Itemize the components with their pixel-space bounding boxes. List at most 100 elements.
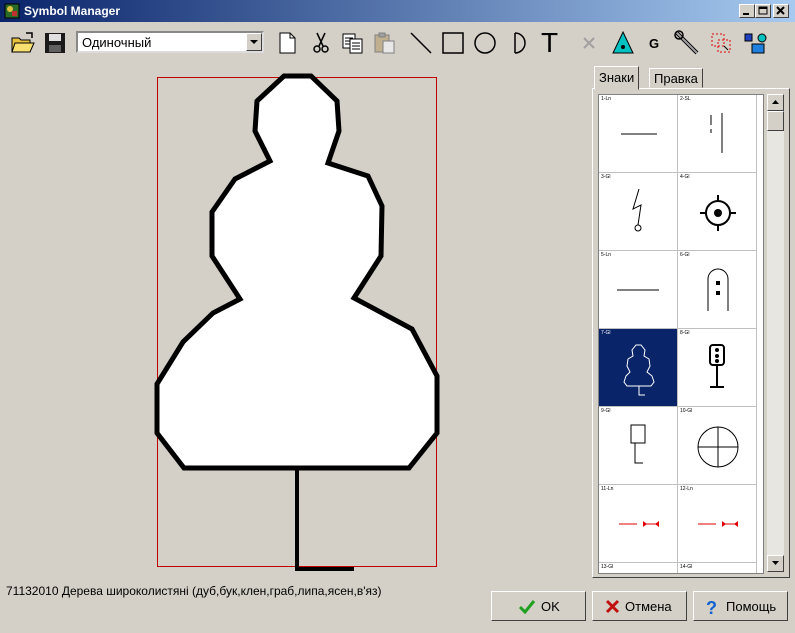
tree-symbol-drawing [154,73,440,571]
symbol-cell[interactable]: 2-SL [678,95,757,173]
symbol-code: 13-Gl [601,564,614,570]
cut-button[interactable] [306,28,336,58]
ellipse-icon [474,32,496,54]
tab-strip: Знаки Правка [592,66,792,90]
cancel-button-label: Отмена [625,599,672,614]
open-folder-icon [11,32,35,53]
symbol-crosshair-circle-preview [697,426,739,468]
copy-button[interactable] [338,28,368,58]
arrow-up-icon [772,100,779,104]
symbol-cell[interactable]: 6-Gl [678,251,757,329]
window-title: Symbol Manager [24,4,121,18]
scroll-down-button[interactable] [767,555,784,572]
symbol-cell[interactable]: 12-Ln [678,485,757,563]
wrench-icon [674,30,699,55]
symbol-tree-preview [623,344,655,396]
symbol-cell[interactable]: 3-Gl [599,173,678,251]
tab-symbols[interactable]: Знаки [594,66,640,90]
transform-tool-button[interactable] [706,28,736,58]
scissors-icon [313,32,329,53]
help-button-label: Помощь [726,599,777,614]
symbol-cell[interactable]: 14-Gl [678,563,757,573]
text-icon: T [541,27,559,58]
symbol-line-preview [617,289,659,291]
symbol-grid-scrollbar[interactable] [767,94,784,572]
ellipse-tool-button[interactable] [470,28,500,58]
rectangle-tool-button[interactable] [438,28,468,58]
app-icon [4,3,20,19]
transform-icon [711,33,731,53]
arc-tool-button[interactable] [504,28,534,58]
symbol-target-preview [700,195,736,231]
chevron-down-icon [250,40,258,44]
floppy-disk-icon [45,33,65,53]
close-icon [776,6,785,15]
minimize-icon [743,13,749,15]
text-tool-button[interactable]: T [536,27,566,58]
tree-crown-outline [154,73,440,471]
mode-select-value: Одиночный [82,35,152,50]
new-button[interactable] [272,28,302,58]
delete-x-icon [583,37,595,49]
question-mark-icon: ? [706,598,717,617]
symbol-cell[interactable]: 4-Gl [678,173,757,251]
triangle-tool-button[interactable] [608,28,638,58]
minimize-button[interactable] [739,4,755,18]
paste-icon [374,32,395,54]
title-bar: Symbol Manager [0,0,795,22]
scroll-thumb[interactable] [767,111,784,131]
symbol-lightning-preview [632,188,642,232]
arrow-down-icon [772,561,779,565]
maximize-icon [758,6,768,15]
svg-text:?: ? [706,598,717,617]
symbol-arch-preview [707,268,729,311]
g-icon: G [649,36,660,51]
properties-tool-button[interactable] [740,28,770,58]
scroll-up-button[interactable] [767,94,784,111]
symbols-panel: 1-Ln 2-SL 3-Gl 4-Gl 5-Ln 6-Gl 7-Gl 8-Gl … [592,88,790,578]
ok-button[interactable]: OK [491,591,586,621]
maximize-button[interactable] [755,4,771,18]
new-document-icon [279,32,296,54]
cancel-button[interactable]: Отмена [592,591,687,621]
ok-button-label: OK [541,599,560,614]
delete-button[interactable] [574,28,604,58]
symbol-cell-selected[interactable]: 7-Gl [599,329,678,407]
symbol-red-arrow-line-preview [619,521,659,527]
symbol-line-preview [621,133,657,135]
symbol-flag-preview [630,424,646,464]
copy-icon [342,33,363,54]
symbol-cell[interactable]: 10-Gl [678,407,757,485]
line-icon [410,32,432,54]
wrench-tool-button[interactable] [672,28,702,58]
mode-select[interactable]: Одиночный [76,31,264,53]
arc-icon [514,32,526,54]
g-tool-button[interactable]: G [640,28,670,58]
symbol-traffic-light-preview [709,344,725,388]
cross-icon [605,599,620,614]
close-button[interactable] [773,4,789,18]
rectangle-icon [442,32,464,54]
tab-edit[interactable]: Правка [649,68,703,88]
symbol-cell[interactable]: 13-Gl [599,563,678,573]
checkmark-icon [518,600,536,615]
symbol-cell[interactable]: 9-Gl [599,407,678,485]
help-button[interactable]: ? Помощь [693,591,788,621]
triangle-icon [612,30,634,54]
line-tool-button[interactable] [406,28,436,58]
tree-trunk [295,468,354,571]
symbol-grid: 1-Ln 2-SL 3-Gl 4-Gl 5-Ln 6-Gl 7-Gl 8-Gl … [598,94,764,574]
properties-icon [744,33,767,54]
symbol-bars-preview [710,113,723,153]
symbol-cell[interactable]: 5-Ln [599,251,678,329]
symbol-cell[interactable]: 8-Gl [678,329,757,407]
symbol-description: 71132010 Дерева широколистяні (дуб,бук,к… [6,584,382,598]
open-button[interactable] [8,28,38,58]
paste-button[interactable] [370,28,400,58]
mode-select-dropdown-button[interactable] [246,33,262,51]
symbol-cell[interactable]: 1-Ln [599,95,678,173]
symbol-code: 14-Gl [680,564,693,570]
symbol-cell[interactable]: 11-Ln [599,485,678,563]
symbol-canvas[interactable] [2,66,590,578]
save-button[interactable] [40,28,70,58]
